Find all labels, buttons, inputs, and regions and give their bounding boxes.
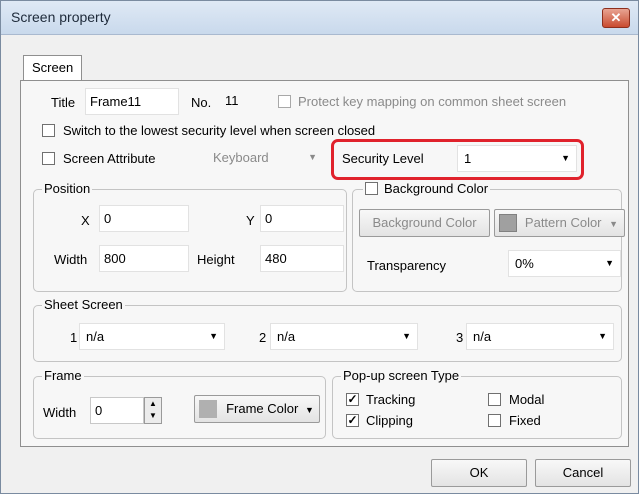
chevron-down-icon: ▼: [402, 331, 411, 341]
fixed-label: Fixed: [509, 413, 541, 428]
popup-type-group: Pop-up screen Type ✓ Tracking ✓ Clipping…: [332, 368, 622, 439]
frame-legend: Frame: [42, 368, 84, 384]
spin-down-icon: ▼: [149, 411, 157, 420]
position-legend: Position: [42, 181, 93, 197]
switch-security-label: Switch to the lowest security level when…: [63, 123, 376, 138]
clipping-label: Clipping: [366, 413, 413, 428]
background-color-button[interactable]: Background Color: [359, 209, 490, 237]
y-label: Y: [246, 213, 255, 228]
close-button[interactable]: ✕: [602, 8, 630, 28]
x-label: X: [81, 213, 90, 228]
title-input[interactable]: Frame11: [85, 88, 179, 115]
chevron-down-icon: ▼: [209, 331, 218, 341]
sheet-3-select[interactable]: n/a ▼: [466, 323, 614, 350]
switch-security-checkbox[interactable]: [42, 124, 55, 137]
width-input[interactable]: 800: [99, 245, 189, 272]
screen-attribute-select[interactable]: Keyboard ▼: [207, 145, 323, 172]
dialog-footer: OK Cancel: [1, 453, 638, 493]
background-color-legend-label: Background Color: [384, 181, 489, 196]
protect-checkbox[interactable]: [278, 95, 291, 108]
title-label: Title: [51, 95, 76, 110]
sheet-2-value: n/a: [277, 329, 296, 344]
tracking-checkbox[interactable]: ✓: [346, 393, 359, 406]
dialog-title: Screen property: [11, 9, 111, 25]
chevron-down-icon: ▼: [605, 258, 614, 268]
chevron-down-icon: ▼: [308, 152, 317, 162]
width-label: Width: [54, 252, 88, 267]
sheet-3-label: 3: [456, 330, 464, 345]
sheet-1-value: n/a: [86, 329, 105, 344]
tracking-label: Tracking: [366, 392, 416, 407]
frame-color-label: Frame Color: [226, 401, 299, 416]
frame-width-spinner[interactable]: ▲ ▼: [144, 397, 162, 424]
sheet-1-select[interactable]: n/a ▼: [79, 323, 225, 350]
chevron-down-icon: ▼: [304, 405, 314, 415]
tab-screen[interactable]: Screen: [23, 55, 83, 81]
modal-label: Modal: [509, 392, 545, 407]
position-group: Position X 0 Y 0 Width 800 Height 480: [33, 181, 347, 292]
sheet-3-value: n/a: [473, 329, 492, 344]
frame-color-button[interactable]: Frame Color ▼: [194, 395, 320, 423]
spin-up-icon: ▲: [149, 399, 157, 408]
chevron-down-icon: ▼: [609, 219, 619, 229]
screen-tab-panel: Title Frame11 No. 11 Protect key mapping…: [20, 80, 629, 447]
no-field: 11: [221, 88, 265, 115]
sheet-screen-legend: Sheet Screen: [42, 297, 125, 313]
protect-label: Protect key mapping on common sheet scre…: [298, 94, 567, 109]
transparency-select[interactable]: 0% ▼: [508, 250, 621, 277]
modal-checkbox[interactable]: [488, 393, 501, 406]
screen-attribute-checkbox[interactable]: [42, 152, 55, 165]
fixed-checkbox[interactable]: [488, 414, 501, 427]
transparency-value: 0%: [515, 256, 534, 271]
pattern-color-label: Pattern Color: [524, 215, 602, 230]
screen-attribute-value: Keyboard: [213, 150, 269, 165]
frame-width-label: Width: [43, 405, 77, 420]
frame-color-swatch: [199, 400, 217, 418]
height-input[interactable]: 480: [260, 245, 344, 272]
background-color-legend: Background Color: [363, 181, 491, 197]
clipping-checkbox[interactable]: ✓: [346, 414, 359, 427]
close-icon: ✕: [610, 10, 622, 25]
popup-type-legend: Pop-up screen Type: [341, 368, 462, 384]
title-bar[interactable]: Screen property ✕: [1, 1, 638, 35]
ok-button[interactable]: OK: [431, 459, 527, 487]
frame-width-input[interactable]: 0: [90, 397, 144, 424]
sheet-screen-group: Sheet Screen 1 n/a ▼ 2 n/a ▼ 3 n/a ▼: [33, 297, 622, 362]
chevron-down-icon: ▼: [598, 331, 607, 341]
cancel-button[interactable]: Cancel: [535, 459, 631, 487]
sheet-1-label: 1: [70, 330, 78, 345]
pattern-color-swatch: [499, 214, 517, 232]
frame-group: Frame Width 0 ▲ ▼ Frame Color ▼: [33, 368, 326, 439]
x-input[interactable]: 0: [99, 205, 189, 232]
transparency-label: Transparency: [367, 258, 446, 273]
screen-attribute-label: Screen Attribute: [63, 151, 156, 166]
background-color-checkbox[interactable]: [365, 182, 378, 195]
background-color-group: Background Color Background Color Patter…: [352, 181, 625, 292]
no-label: No.: [191, 95, 212, 110]
y-input[interactable]: 0: [260, 205, 344, 232]
security-level-highlight: [331, 139, 584, 180]
sheet-2-label: 2: [259, 330, 267, 345]
pattern-color-button[interactable]: Pattern Color ▼: [494, 209, 625, 237]
sheet-2-select[interactable]: n/a ▼: [270, 323, 418, 350]
screen-property-dialog: Screen property ✕ Screen Title Frame11 N…: [0, 0, 639, 494]
height-label: Height: [197, 252, 235, 267]
